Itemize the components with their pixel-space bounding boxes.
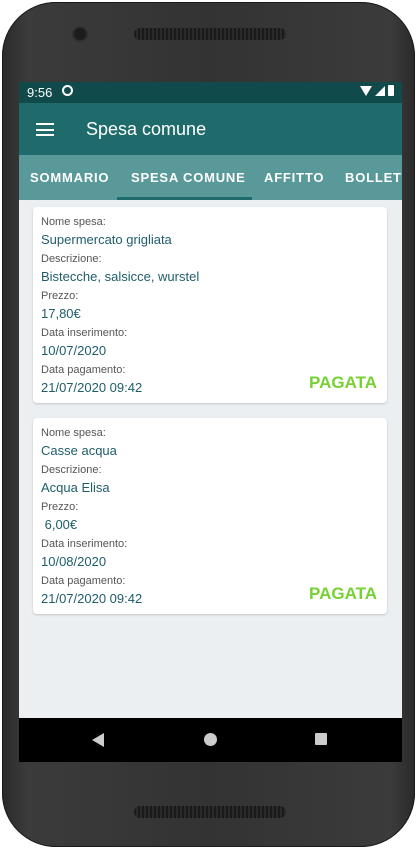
expense-name: Casse acqua [41,443,117,458]
tab-affitto[interactable]: AFFITTO [264,170,324,185]
expense-description-label: Descrizione: [41,253,102,265]
status-badge: PAGATA [309,373,377,392]
expense-date-paid: 21/07/2020 09:42 [41,380,143,395]
expense-date-paid: 21/07/2020 09:42 [41,591,143,606]
expense-card[interactable]: Nome spesa: Supermercato grigliata Descr… [33,207,387,403]
expense-price: 6,00€ [41,517,78,532]
tab-bollette[interactable]: BOLLETTE [345,170,402,185]
expense-list[interactable]: Nome spesa: Supermercato grigliata Descr… [19,200,402,718]
tab-bar: SOMMARIO SPESA COMUNE AFFITTO BOLLETTE [19,155,402,200]
expense-price-label: Prezzo: [41,290,79,302]
screen: 9:56 Spesa comune SOMMARIO SPESA COMUNE … [19,82,402,762]
expense-name: Supermercato grigliata [41,232,172,247]
expense-date-paid-label: Data pagamento: [41,575,126,587]
signal-icon [375,85,385,96]
status-icons [360,85,394,96]
expense-description: Acqua Elisa [41,480,110,495]
page-title: Spesa comune [86,119,207,139]
system-nav-bar [19,718,402,762]
home-icon[interactable] [204,733,217,746]
expense-name-label: Nome spesa: [41,216,106,228]
phone-frame: 9:56 Spesa comune SOMMARIO SPESA COMUNE … [2,2,415,847]
bottom-speaker [134,806,286,818]
earpiece-speaker [134,28,286,40]
expense-date-paid-label: Data pagamento: [41,364,126,376]
front-camera [74,28,86,40]
expense-name-label: Nome spesa: [41,427,106,439]
expense-date-inserted: 10/07/2020 [41,343,107,358]
app-bar: Spesa comune [19,103,402,155]
status-time: 9:56 [27,85,53,100]
battery-icon [388,85,394,96]
notification-icon [62,85,73,96]
expense-price-label: Prezzo: [41,501,79,513]
expense-date-inserted-label: Data inserimento: [41,327,128,339]
status-badge: PAGATA [309,584,377,603]
back-icon[interactable] [92,733,104,747]
menu-icon[interactable] [36,123,54,136]
recent-apps-icon[interactable] [315,733,327,745]
tab-spesa-comune[interactable]: SPESA COMUNE [131,170,246,185]
expense-date-inserted: 10/08/2020 [41,554,107,569]
status-bar: 9:56 [19,82,402,103]
expense-price: 17,80€ [41,306,81,321]
expense-description-label: Descrizione: [41,464,102,476]
expense-card[interactable]: Nome spesa: Casse acqua Descrizione: Acq… [33,418,387,614]
expense-date-inserted-label: Data inserimento: [41,538,128,550]
tab-sommario[interactable]: SOMMARIO [30,170,109,185]
expense-description: Bistecche, salsicce, wurstel [41,269,200,284]
wifi-icon [360,85,372,96]
